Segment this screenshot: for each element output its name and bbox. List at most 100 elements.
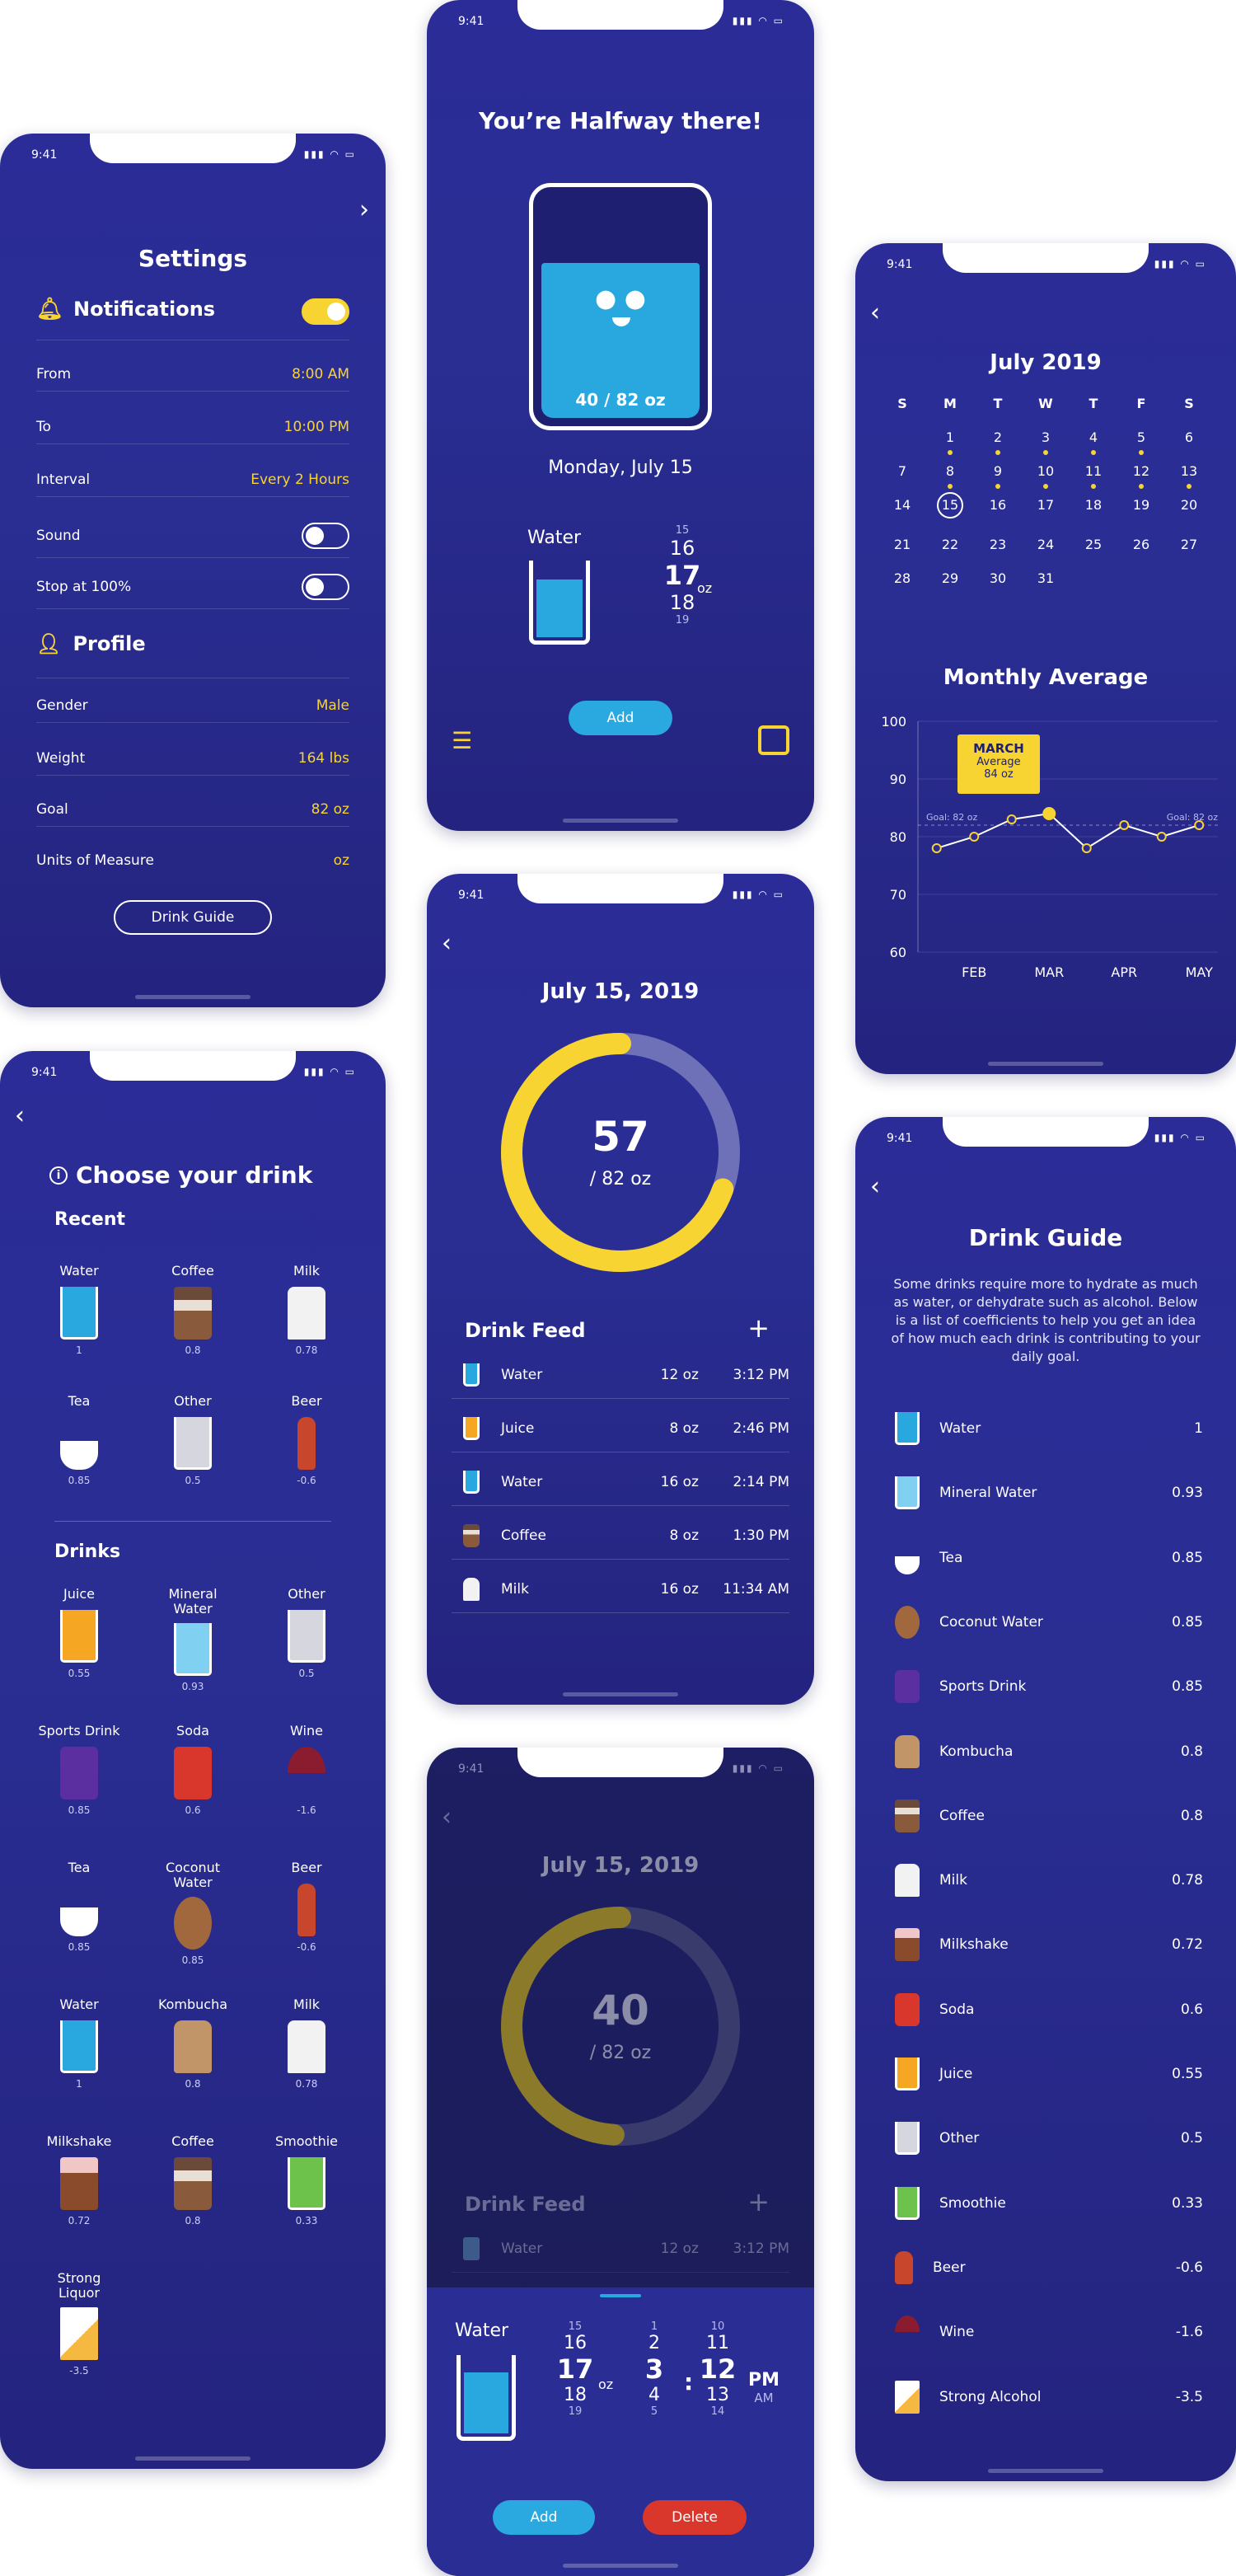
calendar-day[interactable]: 19 <box>1117 497 1165 518</box>
drink-option[interactable]: Wine -1.6 <box>257 1724 356 1816</box>
drink-option[interactable]: Soda 0.6 <box>143 1724 242 1816</box>
feed-row[interactable]: Water 12 oz 3:12 PM <box>452 1352 789 1399</box>
calendar-day[interactable]: 16 <box>974 497 1022 518</box>
calendar-day[interactable]: 25 <box>1070 537 1117 552</box>
calendar-day[interactable]: 17 <box>1022 497 1070 518</box>
picker-value-selected: 12 <box>699 2353 737 2385</box>
settings-row-interval[interactable]: Interval Every 2 Hours <box>36 472 349 497</box>
drink-option[interactable]: Milkshake 0.72 <box>30 2134 129 2227</box>
back-chevron-icon[interactable]: ‹ <box>870 1175 880 1199</box>
calendar-day[interactable]: 12 <box>1117 463 1165 479</box>
calendar-day[interactable]: 11 <box>1070 463 1117 479</box>
back-chevron-icon[interactable]: ‹ <box>870 301 880 326</box>
coconut-icon <box>895 1605 920 1639</box>
calendar-day[interactable]: 3 <box>1022 429 1070 445</box>
drink-option[interactable]: Coffee 0.8 <box>143 1264 242 1357</box>
info-icon[interactable]: i <box>49 1166 68 1185</box>
ampm-picker[interactable]: PM AM <box>748 2370 780 2405</box>
calendar-day[interactable]: 6 <box>1165 429 1213 445</box>
drink-option[interactable]: Tea 0.85 <box>30 1394 129 1486</box>
feed-row[interactable]: Water 12 oz 3:12 PM <box>452 2226 789 2273</box>
feed-row[interactable]: Milk 16 oz 11:34 AM <box>452 1566 789 1613</box>
feed-row[interactable]: Water 16 oz 2:14 PM <box>452 1459 789 1506</box>
drink-option[interactable]: Beer -0.6 <box>257 1860 356 1954</box>
calendar-day[interactable]: 28 <box>878 570 926 586</box>
add-button[interactable]: Add <box>569 701 672 735</box>
drink-option[interactable]: Sports Drink 0.85 <box>30 1724 129 1817</box>
drink-option[interactable]: Smoothie 0.33 <box>257 2134 356 2227</box>
drink-option[interactable]: Strong Liquor -3.5 <box>30 2271 129 2377</box>
calendar-day[interactable]: 5 <box>1117 429 1165 445</box>
calendar-day[interactable]: 30 <box>974 570 1022 586</box>
sliders-icon[interactable]: ☰ <box>452 727 472 754</box>
calendar-day[interactable]: 26 <box>1117 537 1165 552</box>
back-chevron-icon[interactable]: ‹ <box>15 1104 25 1128</box>
drink-option[interactable]: Other 0.5 <box>257 1587 356 1679</box>
notifications-toggle[interactable] <box>302 298 349 325</box>
drink-option[interactable]: Water 1 <box>30 1264 129 1357</box>
back-chevron-icon[interactable]: ‹ <box>442 931 452 956</box>
drink-option[interactable]: Milk 0.78 <box>257 1997 356 2090</box>
profile-row-units[interactable]: Units of Measure oz <box>36 852 349 877</box>
calendar-day[interactable]: 31 <box>1022 570 1070 586</box>
drink-option[interactable]: Tea 0.85 <box>30 1860 129 1953</box>
guide-drink-name: Soda <box>939 2001 975 2018</box>
drink-option[interactable]: Coconut Water 0.85 <box>143 1860 242 1967</box>
calendar-day[interactable]: 22 <box>926 537 974 552</box>
calendar-day[interactable]: 2 <box>974 429 1022 445</box>
calendar-day[interactable]: 24 <box>1022 537 1070 552</box>
profile-row-goal[interactable]: Goal 82 oz <box>36 801 349 827</box>
calendar-icon[interactable] <box>758 725 789 755</box>
minute-picker[interactable]: 10 11 12 13 14 <box>697 2320 738 2418</box>
calendar-day[interactable]: 4 <box>1070 429 1117 445</box>
drink-option[interactable]: Milk 0.78 <box>257 1264 356 1356</box>
stop-at-100-toggle[interactable] <box>302 574 349 600</box>
calendar-day[interactable]: 15 <box>926 492 974 518</box>
back-chevron-icon[interactable]: ‹ <box>442 1805 452 1830</box>
calendar-day[interactable]: 23 <box>974 537 1022 552</box>
drink-option[interactable]: Water 1 <box>30 1997 129 2090</box>
add-feed-icon[interactable]: + <box>747 1312 770 1344</box>
guide-coefficient: 0.85 <box>1172 1678 1203 1696</box>
calendar-day[interactable]: 8 <box>926 463 974 479</box>
calendar-day[interactable]: 13 <box>1165 463 1213 479</box>
goal-label: Goal: 82 oz <box>926 812 977 823</box>
calendar-day[interactable]: 7 <box>878 463 926 479</box>
calendar-day[interactable]: 21 <box>878 537 926 552</box>
calendar-grid[interactable]: S M T W T F S 1 2 3 4 5 6 7 8 9 10 11 12 13 14 15 16 17 18 19 20 21… <box>878 396 1213 586</box>
forward-chevron-icon[interactable]: › <box>359 198 369 223</box>
calendar-day[interactable]: 20 <box>1165 497 1213 518</box>
calendar-day[interactable]: 29 <box>926 570 974 586</box>
calendar-day[interactable]: 9 <box>974 463 1022 479</box>
profile-row-weight[interactable]: Weight 164 lbs <box>36 750 349 776</box>
beer-bottle-icon <box>895 2250 913 2284</box>
calendar-day[interactable]: 18 <box>1070 497 1117 518</box>
oz-picker[interactable]: 15 16 17 18 19 <box>550 2320 600 2418</box>
hour-picker[interactable]: 1 2 3 4 5 <box>638 2320 671 2418</box>
add-button[interactable]: Add <box>493 2500 595 2535</box>
calendar-day[interactable]: 1 <box>926 429 974 445</box>
home-date: Monday, July 15 <box>548 457 693 478</box>
drink-option[interactable]: Juice 0.55 <box>30 1587 129 1679</box>
guide-row: Tea 0.85 <box>895 1541 1203 1574</box>
drink-option[interactable]: Beer -0.6 <box>257 1394 356 1487</box>
calendar-day[interactable]: 27 <box>1165 537 1213 552</box>
add-feed-icon[interactable]: + <box>747 2186 770 2217</box>
calendar-day[interactable]: 10 <box>1022 463 1070 479</box>
settings-row-from[interactable]: From 8:00 AM <box>36 366 349 392</box>
delete-button[interactable]: Delete <box>643 2500 747 2535</box>
settings-row-to[interactable]: To 10:00 PM <box>36 419 349 444</box>
drink-option[interactable]: Coffee 0.8 <box>143 2134 242 2227</box>
feed-row[interactable]: Coffee 8 oz 1:30 PM <box>452 1513 789 1560</box>
profile-row-gender[interactable]: Gender Male <box>36 697 349 723</box>
oz-picker[interactable]: 15 16 17 18 19 <box>658 524 707 626</box>
drink-option[interactable]: Other 0.5 <box>143 1394 242 1486</box>
drink-option[interactable]: Mineral Water 0.93 <box>143 1587 242 1693</box>
sound-toggle[interactable] <box>302 523 349 549</box>
calendar-day[interactable]: 14 <box>878 497 926 518</box>
drink-option[interactable]: Kombucha 0.8 <box>143 1997 242 2090</box>
feed-row[interactable]: Juice 8 oz 2:46 PM <box>452 1405 789 1452</box>
status-icons: ▮▮▮ ◠ ▭ <box>732 15 784 26</box>
drink-guide-button[interactable]: Drink Guide <box>114 900 272 935</box>
sheet-handle[interactable] <box>600 2294 641 2297</box>
